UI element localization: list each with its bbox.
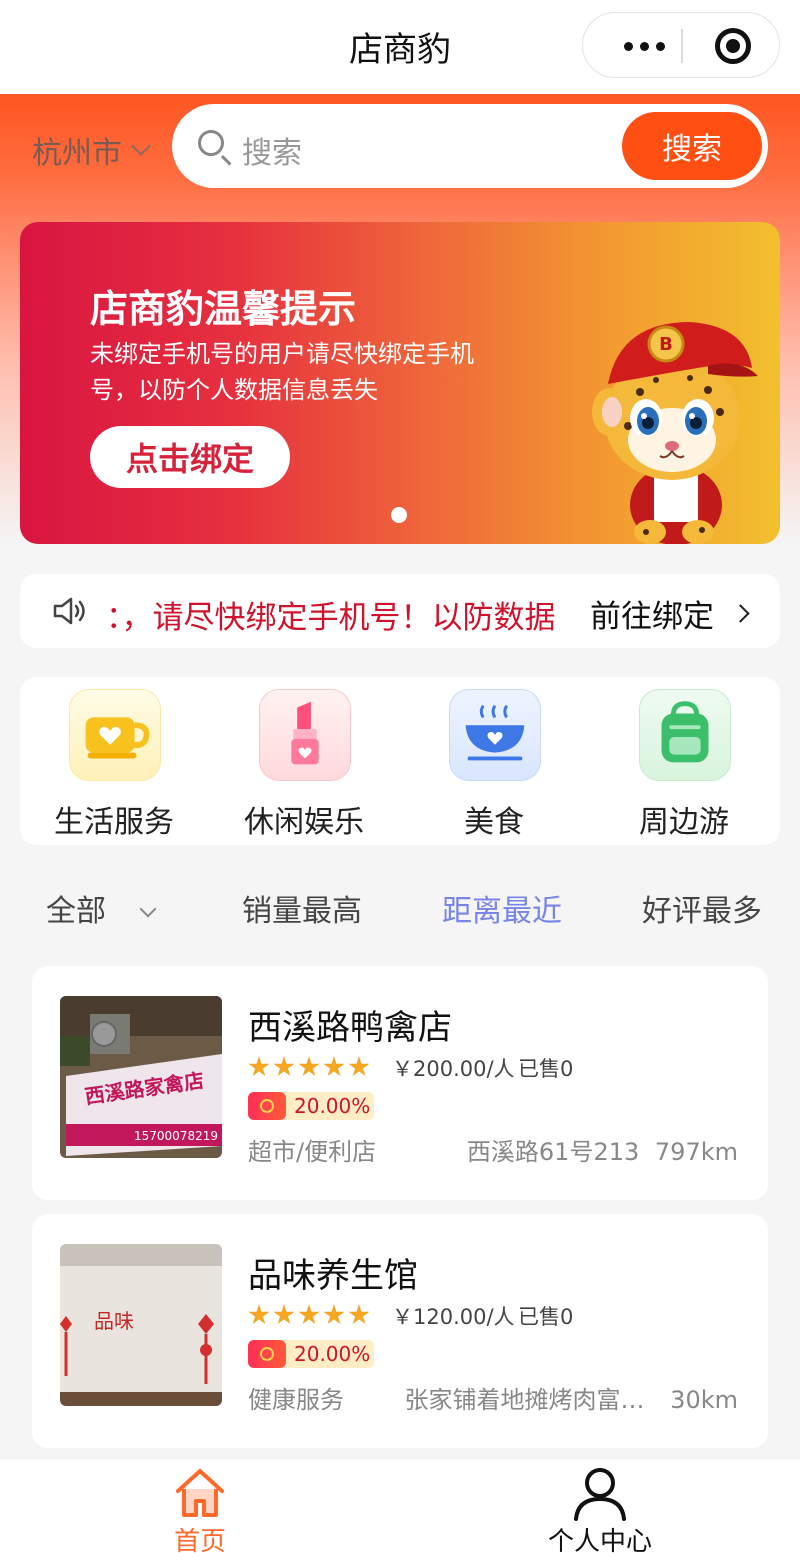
filter-tab-rating[interactable]: 好评最多 <box>642 886 762 930</box>
rating-stars <box>248 1056 370 1078</box>
price-per-person: ￥120.00/人 <box>392 1305 515 1329</box>
store-name: 品味养生馆 <box>248 1256 418 1296</box>
category-nearby-travel[interactable]: 周边游 <box>594 689 774 840</box>
banner-title: 店商豹温馨提示 <box>90 287 357 331</box>
store-address-distance: 西溪路61号213 797km <box>467 1132 738 1167</box>
tab-home-label: 首页 <box>173 1527 226 1557</box>
coin-icon <box>248 1092 286 1120</box>
star-icon <box>273 1304 295 1325</box>
lipstick-icon <box>259 689 351 781</box>
filter-tab-all[interactable]: 全部 <box>46 886 157 930</box>
store-distance: 797km <box>654 1138 738 1166</box>
tab-profile-label: 个人中心 <box>547 1527 652 1557</box>
target-icon[interactable] <box>715 28 751 64</box>
top-navbar: 店商豹 <box>0 0 800 94</box>
chevron-down-icon <box>139 900 157 918</box>
store-thumbnail: 品味 <box>60 1244 222 1406</box>
tab-home[interactable]: 首页 <box>0 1459 400 1564</box>
star-icon <box>298 1304 320 1325</box>
banner-description: 未绑定手机号的用户请尽快绑定手机号，以防个人数据信息丢失 <box>90 340 474 404</box>
star-icon <box>323 1304 345 1325</box>
coin-icon <box>248 1340 286 1368</box>
search-icon <box>198 130 224 156</box>
discount-value: 20.00% <box>294 1094 371 1118</box>
svg-text:品味: 品味 <box>94 1309 134 1333</box>
store-name: 西溪路鸭禽店 <box>248 1008 452 1048</box>
star-icon <box>348 1304 370 1325</box>
svg-text:B: B <box>659 334 673 355</box>
chevron-right-icon <box>731 604 750 623</box>
search-bar[interactable]: 搜索 搜索 <box>172 104 768 188</box>
rating-stars <box>248 1304 370 1326</box>
star-icon <box>323 1056 345 1077</box>
star-icon <box>248 1056 270 1077</box>
speaker-icon <box>53 597 85 625</box>
svg-text:15700078219: 15700078219 <box>134 1129 218 1143</box>
category-label: 美食 <box>464 805 524 840</box>
user-icon <box>574 1468 626 1521</box>
star-icon <box>273 1056 295 1077</box>
store-address-distance: 张家铺着地摊烤肉富… 30km <box>405 1380 738 1415</box>
city-label: 杭州市 <box>32 136 122 171</box>
star-icon <box>348 1056 370 1077</box>
search-button[interactable]: 搜索 <box>622 112 762 180</box>
sold-count: 已售0 <box>518 1057 574 1081</box>
category-food[interactable]: 美食 <box>404 689 584 840</box>
backpack-icon <box>639 689 731 781</box>
store-category: 超市/便利店 <box>248 1138 377 1166</box>
goto-bind-link[interactable]: 前往绑定 <box>590 591 750 636</box>
city-selector[interactable]: 杭州市 <box>32 128 151 172</box>
notice-marquee-text: ：，请尽快绑定手机号！以防数据 <box>106 600 556 632</box>
capsule-divider <box>681 29 683 63</box>
price-per-person: ￥200.00/人 <box>392 1057 515 1081</box>
store-address: 西溪路61号213 <box>466 1138 640 1166</box>
leopard-mascot-icon: B <box>592 322 758 544</box>
store-thumbnail: 西溪路家禽店 15700078219 <box>60 996 222 1158</box>
bind-phone-button[interactable]: 点击绑定 <box>90 426 290 488</box>
promo-banner[interactable]: 店商豹温馨提示 未绑定手机号的用户请尽快绑定手机号，以防个人数据信息丢失 点击绑… <box>20 222 780 544</box>
category-label: 周边游 <box>639 805 729 840</box>
category-leisure[interactable]: 休闲娱乐 <box>214 689 394 840</box>
filter-tab-sales[interactable]: 销量最高 <box>242 886 362 930</box>
store-card[interactable]: 品味 品味养生馆 ￥120.00/人 已售0 20.00% 健康服务 张家铺着地… <box>32 1214 768 1448</box>
star-icon <box>248 1304 270 1325</box>
filter-tab-distance[interactable]: 距离最近 <box>442 886 562 930</box>
category-life-service[interactable]: 生活服务 <box>24 689 204 840</box>
category-label: 休闲娱乐 <box>244 805 364 840</box>
notice-bar[interactable]: ：，请尽快绑定手机号！以防数据 前往绑定 <box>20 574 780 648</box>
store-category: 健康服务 <box>248 1386 344 1414</box>
bowl-icon <box>449 689 541 781</box>
mini-program-capsule <box>582 12 780 78</box>
discount-badge: 20.00% <box>248 1092 374 1120</box>
search-input[interactable]: 搜索 <box>242 128 302 172</box>
discount-value: 20.00% <box>294 1342 371 1366</box>
store-card[interactable]: 西溪路家禽店 15700078219 西溪路鸭禽店 ￥200.00/人 已售0 … <box>32 966 768 1200</box>
goto-bind-label: 前往绑定 <box>590 599 714 635</box>
chevron-down-icon <box>131 136 151 156</box>
coffee-cup-heart-icon <box>69 689 161 781</box>
store-address: 张家铺着地摊烤肉富… <box>404 1386 645 1414</box>
carousel-indicator-dot[interactable] <box>391 507 407 523</box>
filter-tab-label: 全部 <box>46 894 106 929</box>
more-dots-icon[interactable] <box>609 28 679 64</box>
tab-profile[interactable]: 个人中心 <box>400 1459 800 1564</box>
home-icon <box>176 1469 224 1517</box>
bottom-tab-bar: 首页 个人中心 <box>0 1458 800 1564</box>
sold-count: 已售0 <box>518 1305 574 1329</box>
category-label: 生活服务 <box>54 805 174 840</box>
star-icon <box>298 1056 320 1077</box>
discount-badge: 20.00% <box>248 1340 374 1368</box>
store-distance: 30km <box>670 1386 738 1414</box>
category-grid: 生活服务 休闲娱乐 美食 周边游 <box>20 677 780 845</box>
